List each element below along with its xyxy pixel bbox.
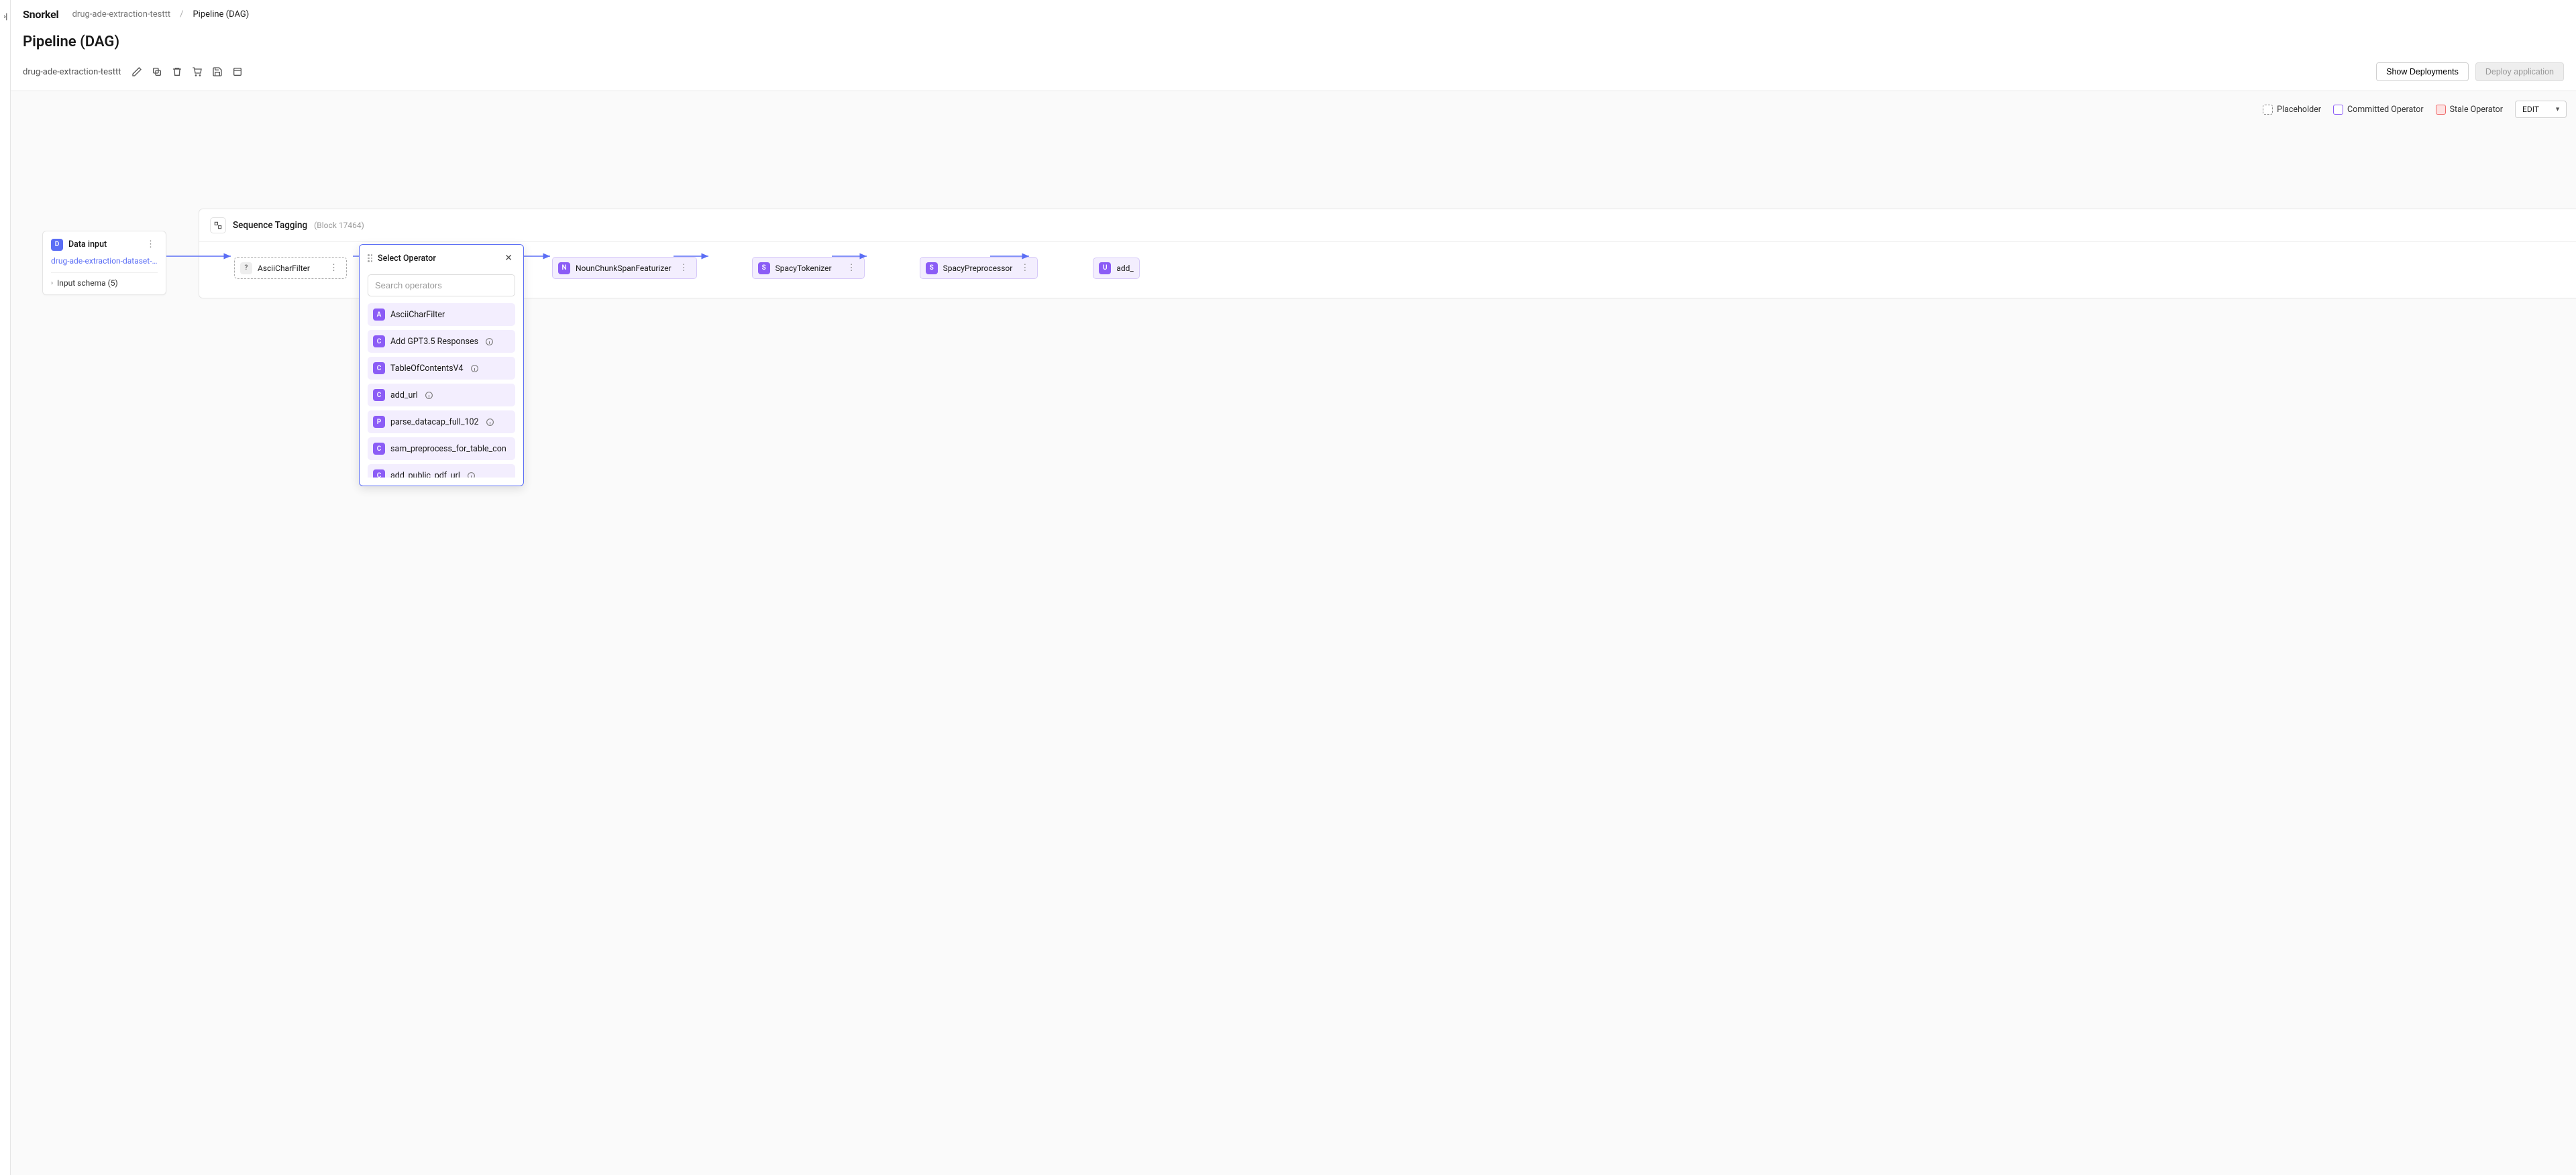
- committed-swatch: [2333, 105, 2343, 115]
- pipeline-name: drug-ade-extraction-testtt: [23, 67, 121, 77]
- canvas[interactable]: Placeholder Committed Operator Stale Ope…: [11, 91, 2576, 1175]
- topbar: Snorkel drug-ade-extraction-testtt / Pip…: [11, 0, 2576, 30]
- operator-option[interactable]: C TableOfContentsV4: [368, 357, 515, 380]
- node-menu[interactable]: ⋮: [677, 262, 691, 274]
- trash-icon[interactable]: [171, 66, 183, 78]
- node-menu[interactable]: ⋮: [327, 262, 341, 274]
- operator-option[interactable]: Cadd_public_pdf_url: [368, 464, 515, 478]
- operator-label: TableOfContentsV4: [390, 363, 464, 374]
- dataset-link[interactable]: drug-ade-extraction-dataset-07...: [51, 256, 158, 266]
- node-menu[interactable]: ⋮: [845, 262, 859, 274]
- node-menu[interactable]: ⋮: [1018, 262, 1032, 274]
- breadcrumb-current: Pipeline (DAG): [193, 9, 249, 19]
- info-icon[interactable]: [485, 337, 494, 346]
- operator-label: parse_datacap_full_102: [390, 417, 479, 427]
- input-schema-label: Input schema (5): [57, 278, 118, 288]
- sidebar-rail: [0, 0, 11, 1175]
- operator-option[interactable]: Pparse_datacap_full_102: [368, 410, 515, 433]
- node-label: NounChunkSpanFeaturizer: [576, 264, 672, 273]
- data-input-card[interactable]: D Data input ⋮ drug-ade-extraction-datas…: [42, 231, 166, 295]
- placeholder-swatch: [2263, 105, 2273, 115]
- page-title: Pipeline (DAG): [23, 34, 119, 50]
- node-label: SpacyPreprocessor: [943, 264, 1013, 273]
- popover-title: Select Operator: [378, 254, 436, 264]
- operator-badge: C: [373, 335, 385, 347]
- node-spacytokenizer[interactable]: S SpacyTokenizer ⋮: [752, 257, 865, 279]
- mode-select-value: EDIT: [2522, 105, 2539, 114]
- deploy-application-button: Deploy application: [2475, 62, 2564, 81]
- drag-handle-icon[interactable]: [368, 254, 372, 262]
- input-schema-toggle[interactable]: › Input schema (5): [51, 272, 158, 288]
- operator-badge: C: [373, 469, 385, 478]
- node-label: add_: [1116, 264, 1133, 273]
- cart-icon[interactable]: [191, 66, 203, 78]
- block-icon: [210, 217, 226, 233]
- legend-placeholder-label: Placeholder: [2277, 105, 2321, 115]
- show-deployments-button[interactable]: Show Deployments: [2376, 62, 2469, 81]
- block-title: Sequence Tagging: [233, 220, 307, 231]
- node-badge: N: [558, 262, 570, 274]
- mode-select[interactable]: EDIT ▼: [2515, 101, 2567, 118]
- breadcrumb-separator: /: [180, 9, 183, 19]
- data-input-title: Data input: [68, 239, 107, 249]
- archive-icon[interactable]: [231, 66, 244, 78]
- node-badge: S: [758, 262, 770, 274]
- toolbar: drug-ade-extraction-testtt Show Deployme…: [11, 62, 2576, 91]
- breadcrumb-project[interactable]: drug-ade-extraction-testtt: [72, 9, 171, 19]
- operator-badge: C: [373, 443, 385, 455]
- operator-label: add_public_pdf_url: [390, 471, 460, 478]
- node-spacypreprocessor[interactable]: S SpacyPreprocessor ⋮: [920, 257, 1038, 279]
- node-label: AsciiCharFilter: [258, 264, 310, 273]
- operator-option[interactable]: Cadd_url: [368, 384, 515, 406]
- block-meta: (Block 17464): [314, 221, 364, 230]
- legend: Placeholder Committed Operator Stale Ope…: [2263, 101, 2567, 118]
- info-icon[interactable]: [425, 391, 433, 400]
- sequence-tagging-block: Sequence Tagging (Block 17464) ? AsciiCh…: [199, 209, 2576, 298]
- data-input-menu[interactable]: ⋮: [144, 238, 158, 251]
- node-nounchunkspanfeaturizer[interactable]: N NounChunkSpanFeaturizer ⋮: [552, 257, 697, 279]
- operator-badge: C: [373, 389, 385, 401]
- node-badge: U: [1099, 262, 1111, 274]
- legend-committed-label: Committed Operator: [2347, 105, 2424, 115]
- stale-swatch: [2436, 105, 2446, 115]
- data-input-badge: D: [51, 239, 63, 251]
- operator-option[interactable]: C Add GPT3.5 Responses: [368, 330, 515, 353]
- node-label: SpacyTokenizer: [775, 264, 832, 273]
- legend-stale-label: Stale Operator: [2450, 105, 2503, 115]
- operator-label: sam_preprocess_for_table_con: [390, 444, 506, 454]
- operator-option[interactable]: Csam_preprocess_for_table_con: [368, 437, 515, 460]
- edit-icon[interactable]: [131, 66, 143, 78]
- operator-badge: P: [373, 416, 385, 428]
- close-icon[interactable]: ✕: [502, 251, 515, 265]
- chevron-right-icon: ›: [51, 280, 53, 287]
- node-badge: S: [926, 262, 938, 274]
- search-operators-input[interactable]: [368, 274, 515, 296]
- node-badge: ?: [240, 262, 252, 274]
- info-icon[interactable]: [486, 418, 494, 427]
- node-asciicharfilter-placeholder[interactable]: ? AsciiCharFilter ⋮: [234, 257, 347, 279]
- operator-badge: C: [373, 362, 385, 374]
- save-icon[interactable]: [211, 66, 223, 78]
- operator-label: add_url: [390, 390, 418, 400]
- expand-sidebar-button[interactable]: [1, 12, 10, 21]
- copy-icon[interactable]: [151, 66, 163, 78]
- operator-option[interactable]: A AsciiCharFilter: [368, 303, 515, 326]
- operator-label: Add GPT3.5 Responses: [390, 337, 478, 347]
- breadcrumb: drug-ade-extraction-testtt / Pipeline (D…: [72, 9, 250, 19]
- logo: Snorkel: [23, 8, 59, 21]
- chevron-down-icon: ▼: [2555, 106, 2561, 113]
- info-icon[interactable]: [470, 364, 479, 373]
- operator-label: AsciiCharFilter: [390, 310, 445, 320]
- select-operator-popover: Select Operator ✕ A AsciiCharFilter C Add G…: [359, 244, 524, 486]
- node-add-url[interactable]: U add_: [1093, 258, 1139, 279]
- operator-badge: A: [373, 309, 385, 321]
- info-icon[interactable]: [467, 471, 476, 478]
